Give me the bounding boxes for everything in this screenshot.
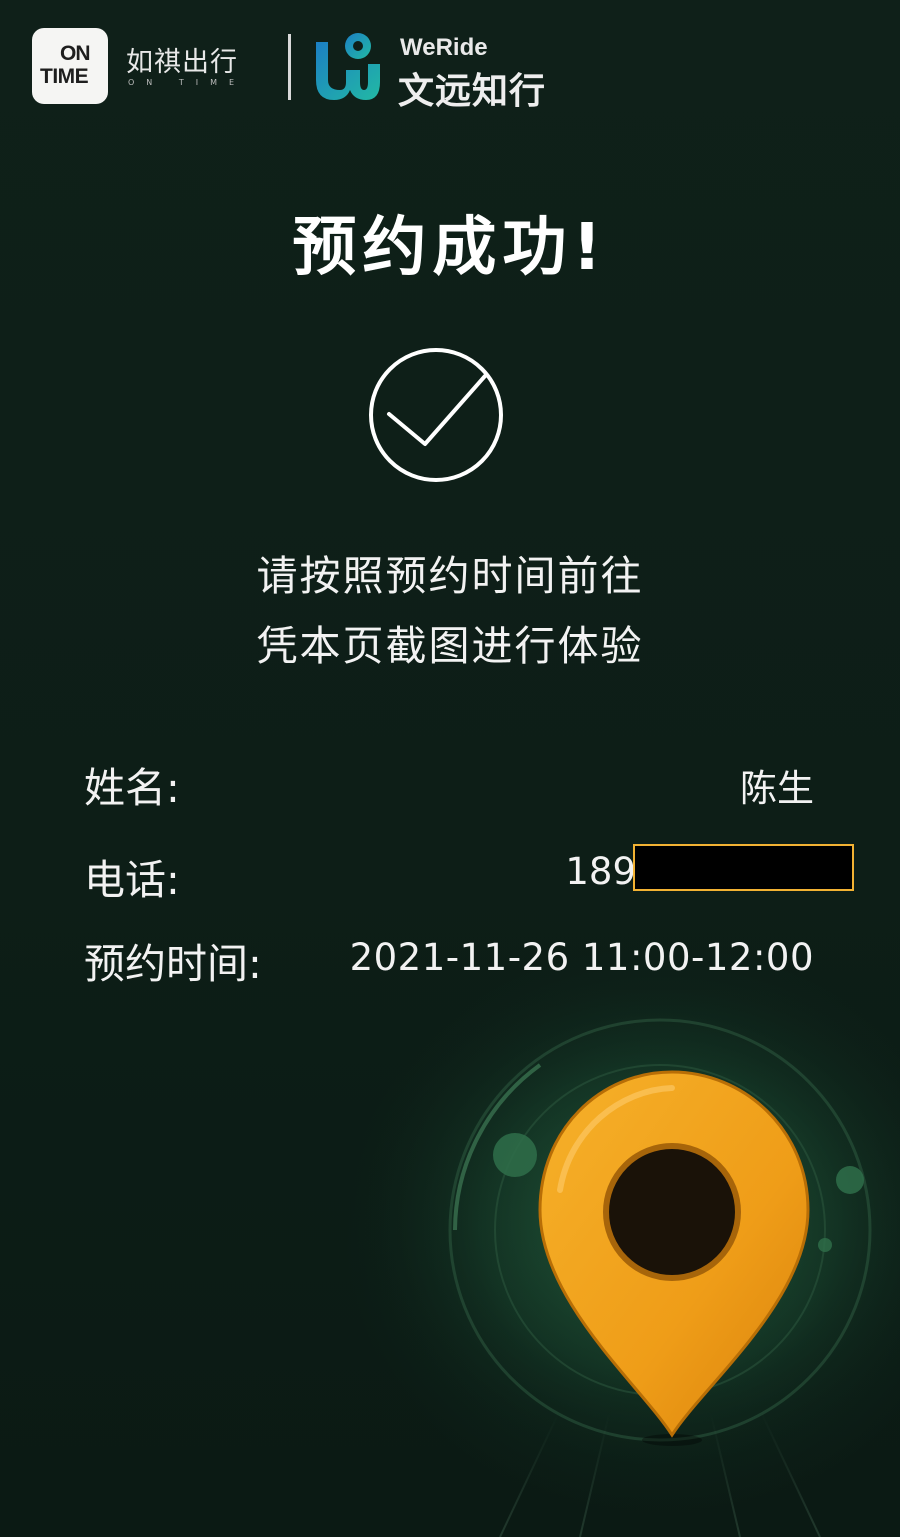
- check-circle-icon: [369, 348, 503, 482]
- phone-value: 189: [565, 850, 636, 893]
- booking-success-page: ON TIME 如祺出行 ON TIME WeRide 文远知行 预约成功! 请…: [0, 0, 900, 1537]
- page-title: 预约成功!: [292, 211, 608, 285]
- instruction-line-2: 凭本页截图进行体验: [256, 622, 644, 670]
- phone-label: 电话:: [84, 856, 180, 904]
- ontime-logo-bottom: TIME: [40, 65, 89, 88]
- instruction-line-1: 请按照预约时间前往: [256, 552, 644, 600]
- map-pin-illustration: [360, 990, 900, 1537]
- booking-time-label: 预约时间:: [84, 940, 262, 988]
- name-value: 陈生: [740, 767, 814, 810]
- weride-logo-icon: [316, 33, 380, 100]
- booking-time-value: 2021-11-26 11:00-12:00: [349, 936, 814, 979]
- ontime-logo: ON TIME: [32, 28, 108, 104]
- ruqi-brand-name: 如祺出行: [126, 47, 238, 78]
- ontime-logo-top: ON: [60, 42, 90, 65]
- logo-divider: [288, 34, 291, 100]
- ruqi-brand-subtitle: ON TIME: [128, 78, 247, 87]
- brand-header: ON TIME 如祺出行 ON TIME WeRide 文远知行: [32, 28, 592, 112]
- weride-brand-name-cn: 文远知行: [398, 71, 547, 112]
- name-label: 姓名:: [84, 764, 180, 812]
- weride-brand-name-en: WeRide: [400, 34, 488, 61]
- phone-redaction-box: [633, 844, 854, 891]
